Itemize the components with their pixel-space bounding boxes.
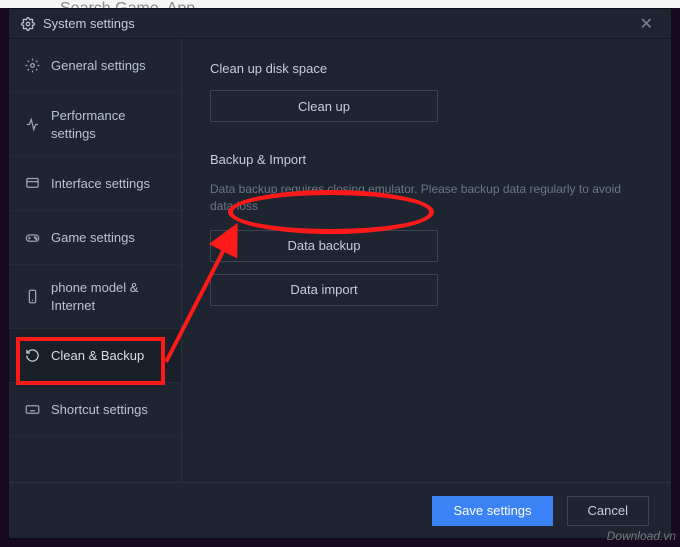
sidebar-item-label: Performance settings xyxy=(51,107,167,142)
data-import-button[interactable]: Data import xyxy=(210,274,438,306)
cleanup-heading: Clean up disk space xyxy=(210,61,643,76)
sidebar-item-clean-backup[interactable]: Clean & Backup xyxy=(9,329,181,383)
button-label: Clean up xyxy=(298,99,350,114)
cleanup-button[interactable]: Clean up xyxy=(210,90,438,122)
button-label: Data backup xyxy=(288,238,361,253)
dialog-body: General settings Performance settings In… xyxy=(9,39,671,482)
backup-note: Data backup requires closing emulator. P… xyxy=(210,181,640,216)
game-icon xyxy=(23,230,41,245)
settings-dialog: System settings ✕ General settings Perfo… xyxy=(8,8,672,539)
background-app-hint: Search Game, App xyxy=(0,0,680,8)
data-backup-button[interactable]: Data backup xyxy=(210,230,438,262)
close-icon: ✕ xyxy=(640,16,653,33)
close-button[interactable]: ✕ xyxy=(634,12,659,36)
sidebar-item-label: Shortcut settings xyxy=(51,401,148,419)
sidebar-item-general[interactable]: General settings xyxy=(9,39,181,93)
backup-heading: Backup & Import xyxy=(210,152,643,167)
sidebar: General settings Performance settings In… xyxy=(9,39,182,482)
sidebar-item-interface[interactable]: Interface settings xyxy=(9,157,181,211)
keyboard-icon xyxy=(23,402,41,417)
gear-icon xyxy=(23,58,41,73)
sidebar-item-performance[interactable]: Performance settings xyxy=(9,93,181,157)
window-title: System settings xyxy=(43,16,135,31)
backup-icon xyxy=(23,348,41,363)
main-panel: Clean up disk space Clean up Backup & Im… xyxy=(182,39,671,482)
sidebar-item-label: Interface settings xyxy=(51,175,150,193)
save-settings-button[interactable]: Save settings xyxy=(432,496,552,526)
gear-icon xyxy=(21,17,35,31)
sidebar-item-label: General settings xyxy=(51,57,146,75)
button-label: Cancel xyxy=(588,503,628,518)
interface-icon xyxy=(23,176,41,191)
sidebar-item-shortcut[interactable]: Shortcut settings xyxy=(9,383,181,437)
phone-icon xyxy=(23,289,41,304)
performance-icon xyxy=(23,117,41,132)
sidebar-item-game[interactable]: Game settings xyxy=(9,211,181,265)
cancel-button[interactable]: Cancel xyxy=(567,496,649,526)
sidebar-item-phone-model[interactable]: phone model & Internet xyxy=(9,265,181,329)
dialog-footer: Save settings Cancel xyxy=(9,482,671,538)
sidebar-item-label: Game settings xyxy=(51,229,135,247)
button-label: Data import xyxy=(290,282,357,297)
sidebar-item-label: phone model & Internet xyxy=(51,279,167,314)
titlebar: System settings ✕ xyxy=(9,9,671,39)
sidebar-item-label: Clean & Backup xyxy=(51,347,144,365)
button-label: Save settings xyxy=(453,503,531,518)
